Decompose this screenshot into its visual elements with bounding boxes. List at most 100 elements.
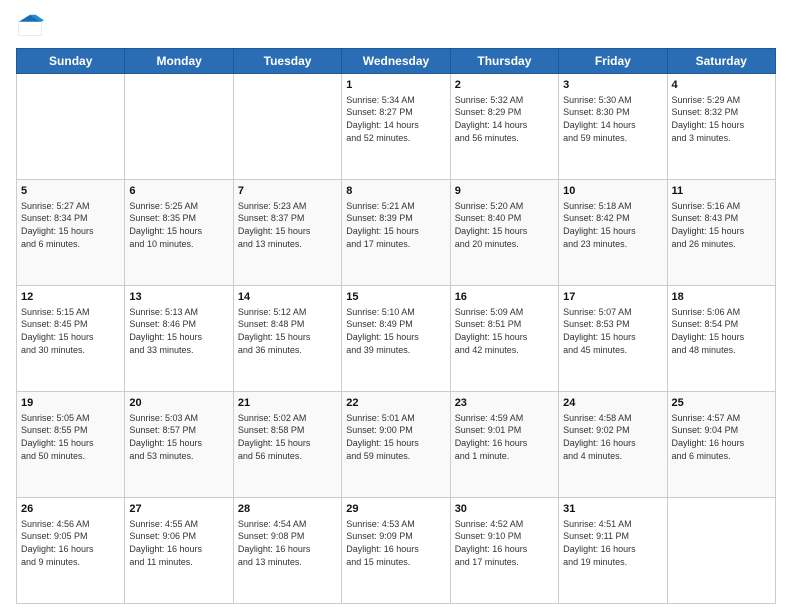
day-info: Daylight: 15 hours xyxy=(672,119,771,132)
day-info: Daylight: 16 hours xyxy=(238,543,337,556)
day-info: Daylight: 15 hours xyxy=(455,225,554,238)
day-info: Daylight: 15 hours xyxy=(563,225,662,238)
day-info: and 11 minutes. xyxy=(129,556,228,569)
logo xyxy=(16,12,48,40)
day-info: and 39 minutes. xyxy=(346,344,445,357)
day-info: Sunrise: 5:18 AM xyxy=(563,200,662,213)
day-cell xyxy=(17,74,125,180)
day-info: Sunrise: 5:10 AM xyxy=(346,306,445,319)
day-info: Sunrise: 4:54 AM xyxy=(238,518,337,531)
day-number: 7 xyxy=(238,184,337,199)
day-info: Sunrise: 5:32 AM xyxy=(455,94,554,107)
day-info: and 59 minutes. xyxy=(346,450,445,463)
day-info: Sunset: 9:00 PM xyxy=(346,424,445,437)
day-cell xyxy=(233,74,341,180)
day-info: Sunset: 8:29 PM xyxy=(455,106,554,119)
day-info: Sunrise: 5:07 AM xyxy=(563,306,662,319)
day-info: Daylight: 16 hours xyxy=(563,543,662,556)
day-info: Daylight: 16 hours xyxy=(455,543,554,556)
day-info: Sunrise: 4:56 AM xyxy=(21,518,120,531)
day-number: 24 xyxy=(563,396,662,411)
day-info: Sunrise: 4:57 AM xyxy=(672,412,771,425)
day-info: Sunset: 9:08 PM xyxy=(238,530,337,543)
day-info: Sunrise: 4:55 AM xyxy=(129,518,228,531)
weekday-header-friday: Friday xyxy=(559,49,667,74)
weekday-header-monday: Monday xyxy=(125,49,233,74)
day-info: Daylight: 15 hours xyxy=(238,225,337,238)
week-row-4: 19Sunrise: 5:05 AMSunset: 8:55 PMDayligh… xyxy=(17,392,776,498)
day-number: 19 xyxy=(21,396,120,411)
week-row-5: 26Sunrise: 4:56 AMSunset: 9:05 PMDayligh… xyxy=(17,498,776,604)
day-info: Sunrise: 5:29 AM xyxy=(672,94,771,107)
day-info: Daylight: 16 hours xyxy=(129,543,228,556)
day-info: Daylight: 15 hours xyxy=(238,331,337,344)
day-number: 25 xyxy=(672,396,771,411)
day-info: Sunset: 9:05 PM xyxy=(21,530,120,543)
day-cell: 12Sunrise: 5:15 AMSunset: 8:45 PMDayligh… xyxy=(17,286,125,392)
day-info: Daylight: 15 hours xyxy=(21,225,120,238)
page: SundayMondayTuesdayWednesdayThursdayFrid… xyxy=(0,0,792,612)
day-info: and 53 minutes. xyxy=(129,450,228,463)
day-number: 15 xyxy=(346,290,445,305)
day-info: Daylight: 15 hours xyxy=(563,331,662,344)
day-cell: 18Sunrise: 5:06 AMSunset: 8:54 PMDayligh… xyxy=(667,286,775,392)
logo-icon xyxy=(16,12,44,40)
day-cell: 30Sunrise: 4:52 AMSunset: 9:10 PMDayligh… xyxy=(450,498,558,604)
day-info: and 45 minutes. xyxy=(563,344,662,357)
day-info: and 15 minutes. xyxy=(346,556,445,569)
day-info: Daylight: 14 hours xyxy=(455,119,554,132)
day-info: Daylight: 15 hours xyxy=(346,437,445,450)
day-info: Sunset: 8:55 PM xyxy=(21,424,120,437)
day-number: 31 xyxy=(563,502,662,517)
day-info: Sunrise: 4:58 AM xyxy=(563,412,662,425)
day-info: Daylight: 16 hours xyxy=(455,437,554,450)
day-info: Sunrise: 5:02 AM xyxy=(238,412,337,425)
day-number: 11 xyxy=(672,184,771,199)
day-cell: 29Sunrise: 4:53 AMSunset: 9:09 PMDayligh… xyxy=(342,498,450,604)
day-cell: 11Sunrise: 5:16 AMSunset: 8:43 PMDayligh… xyxy=(667,180,775,286)
day-info: Sunrise: 5:21 AM xyxy=(346,200,445,213)
day-number: 20 xyxy=(129,396,228,411)
day-info: and 10 minutes. xyxy=(129,238,228,251)
day-cell: 15Sunrise: 5:10 AMSunset: 8:49 PMDayligh… xyxy=(342,286,450,392)
day-cell: 3Sunrise: 5:30 AMSunset: 8:30 PMDaylight… xyxy=(559,74,667,180)
day-cell: 5Sunrise: 5:27 AMSunset: 8:34 PMDaylight… xyxy=(17,180,125,286)
day-info: and 23 minutes. xyxy=(563,238,662,251)
day-info: and 50 minutes. xyxy=(21,450,120,463)
day-info: Sunrise: 5:13 AM xyxy=(129,306,228,319)
day-cell: 23Sunrise: 4:59 AMSunset: 9:01 PMDayligh… xyxy=(450,392,558,498)
day-info: and 1 minute. xyxy=(455,450,554,463)
day-info: Sunset: 9:09 PM xyxy=(346,530,445,543)
day-info: Daylight: 16 hours xyxy=(21,543,120,556)
day-info: Sunset: 8:39 PM xyxy=(346,212,445,225)
day-info: Sunset: 8:48 PM xyxy=(238,318,337,331)
day-number: 10 xyxy=(563,184,662,199)
day-info: Daylight: 14 hours xyxy=(346,119,445,132)
day-number: 13 xyxy=(129,290,228,305)
day-cell: 24Sunrise: 4:58 AMSunset: 9:02 PMDayligh… xyxy=(559,392,667,498)
day-number: 12 xyxy=(21,290,120,305)
day-info: Sunrise: 5:09 AM xyxy=(455,306,554,319)
weekday-header-wednesday: Wednesday xyxy=(342,49,450,74)
day-info: and 36 minutes. xyxy=(238,344,337,357)
day-info: Daylight: 14 hours xyxy=(563,119,662,132)
day-cell: 7Sunrise: 5:23 AMSunset: 8:37 PMDaylight… xyxy=(233,180,341,286)
day-info: Sunset: 8:57 PM xyxy=(129,424,228,437)
day-info: Daylight: 16 hours xyxy=(563,437,662,450)
day-info: and 6 minutes. xyxy=(672,450,771,463)
day-info: Daylight: 15 hours xyxy=(455,331,554,344)
day-info: Sunset: 9:02 PM xyxy=(563,424,662,437)
day-info: Sunrise: 5:25 AM xyxy=(129,200,228,213)
day-cell: 26Sunrise: 4:56 AMSunset: 9:05 PMDayligh… xyxy=(17,498,125,604)
day-info: Daylight: 16 hours xyxy=(672,437,771,450)
day-info: and 13 minutes. xyxy=(238,556,337,569)
day-info: Daylight: 15 hours xyxy=(129,331,228,344)
day-info: Sunset: 8:32 PM xyxy=(672,106,771,119)
day-number: 16 xyxy=(455,290,554,305)
day-info: Sunrise: 5:12 AM xyxy=(238,306,337,319)
day-cell: 2Sunrise: 5:32 AMSunset: 8:29 PMDaylight… xyxy=(450,74,558,180)
day-info: and 20 minutes. xyxy=(455,238,554,251)
day-info: Sunset: 8:34 PM xyxy=(21,212,120,225)
day-info: and 59 minutes. xyxy=(563,132,662,145)
day-info: Daylight: 15 hours xyxy=(346,331,445,344)
